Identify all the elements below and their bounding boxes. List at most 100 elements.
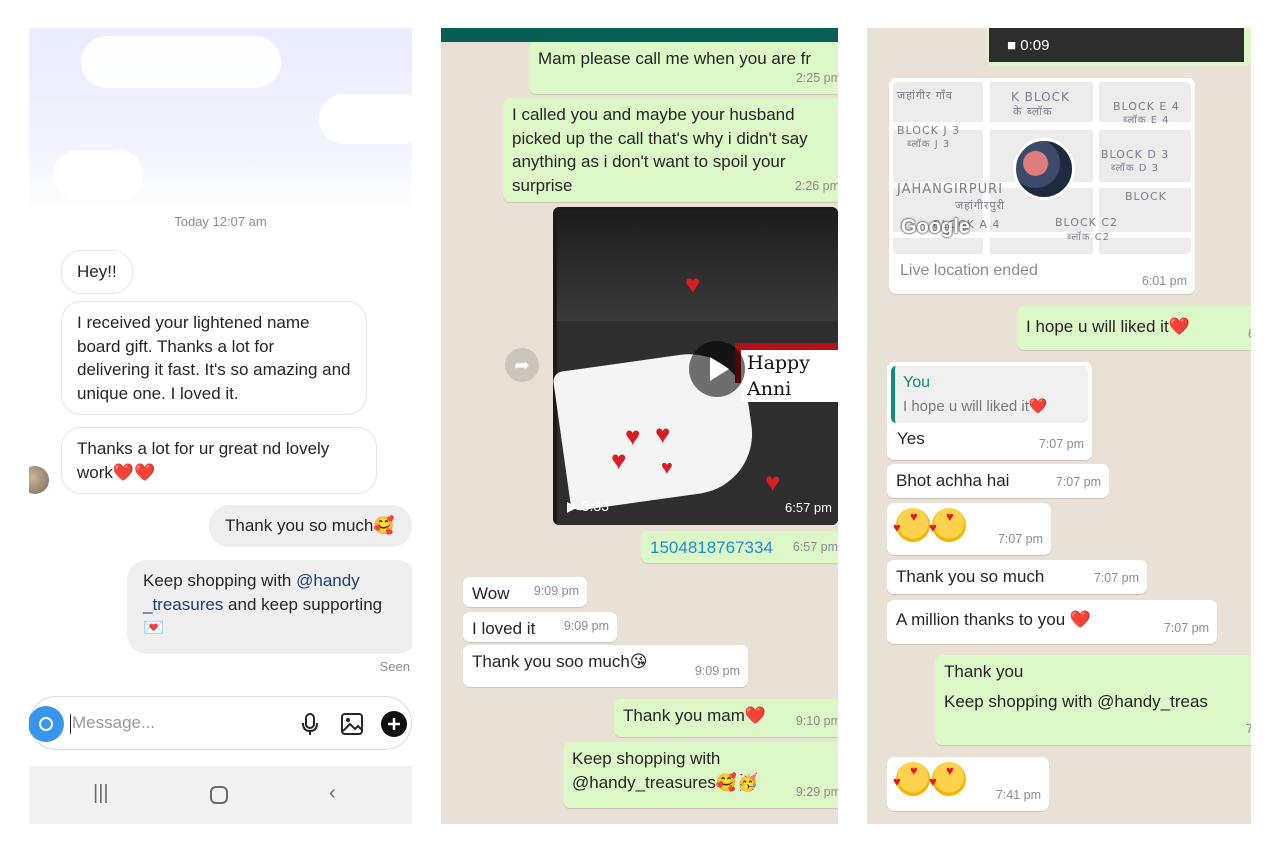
map-label: ब्लॉक J 3	[907, 139, 951, 150]
location-map[interactable]: जहांगीर गाँव K BLOCK के ब्लॉक BLOCK E 4 …	[893, 82, 1191, 254]
message-text: Bhot achha hai	[896, 471, 1010, 490]
message-time: 7	[1246, 721, 1251, 736]
outgoing-message[interactable]: I hope u will liked it❤️ 6	[1017, 306, 1251, 350]
message-time: 7:07 pm	[1093, 570, 1139, 585]
map-label: K BLOCK	[1011, 90, 1070, 104]
add-icon[interactable]	[380, 710, 408, 738]
message-text: Thank you	[944, 662, 1024, 681]
message-time: 7:41 pm	[995, 787, 1041, 802]
heart-decoration: ♥	[611, 445, 627, 475]
map-label: के ब्लॉक	[1013, 105, 1053, 118]
smiling-hearts-emoji	[893, 505, 930, 542]
smiling-hearts-emoji	[893, 759, 930, 796]
video-thumbnail: ■ 0:09	[989, 28, 1244, 62]
thumbnail-banner: Happy Anni	[735, 343, 838, 402]
video-duration: ■ 0:09	[1007, 37, 1050, 54]
home-icon[interactable]	[209, 785, 229, 805]
outgoing-message[interactable]: Keep shopping with @handy_treasures🥰🥳 9:…	[563, 742, 838, 808]
heart-decoration: ♥	[765, 467, 781, 497]
heart-decoration: ♥	[661, 457, 673, 479]
video-message[interactable]: ■ 0:09	[987, 28, 1251, 66]
banner-text: Happy Anni	[741, 350, 838, 402]
outgoing-message[interactable]: 1504818767334 6:57 pm	[641, 531, 838, 563]
duration-text: 0:09	[1020, 37, 1050, 54]
message-text: I hope u will liked it❤️	[1026, 317, 1190, 336]
message-text: Thank you so much🥰	[225, 516, 395, 535]
incoming-message[interactable]: Wow 9:09 pm	[463, 577, 587, 607]
heart-decoration: ♥	[685, 269, 701, 299]
incoming-message[interactable]: Thank you soo much😘 9:09 pm	[463, 645, 748, 687]
outgoing-message[interactable]: Keep shopping with @handy _treasures and…	[127, 560, 412, 654]
message-time: 7:07 pm	[997, 531, 1043, 546]
forward-icon[interactable]: ➦	[505, 348, 539, 382]
heart-decoration: ♥	[625, 421, 641, 451]
incoming-message[interactable]: Bhot achha hai 7:07 pm	[887, 464, 1109, 498]
quoted-author: You	[903, 374, 930, 391]
message-time: 9:09 pm	[563, 618, 609, 633]
recents-icon[interactable]: |||	[93, 782, 109, 805]
blur-shape	[319, 94, 412, 144]
message-text: Mam please call me when you are fr	[538, 49, 812, 68]
map-label: ब्लॉक E 4	[1123, 115, 1170, 126]
message-text: Thank you soo much😘	[472, 652, 648, 671]
gallery-icon[interactable]	[338, 710, 366, 738]
live-location-message[interactable]: जहांगीर गाँव K BLOCK के ब्लॉक BLOCK E 4 …	[889, 78, 1195, 294]
message-link[interactable]: 1504818767334	[650, 538, 773, 557]
header-bar	[441, 28, 838, 42]
message-composer[interactable]: Message...	[29, 696, 412, 750]
message-time: 9:29 pm	[795, 784, 838, 799]
message-text: I loved it	[472, 619, 536, 638]
message-text: Thanks a lot for ur great nd lovely work…	[77, 439, 330, 482]
google-logo: Google	[901, 216, 970, 238]
message-text: Thank you so much	[896, 567, 1045, 586]
message-text: Hey!!	[77, 262, 117, 281]
incoming-message[interactable]: Thanks a lot for ur great nd lovely work…	[61, 427, 377, 494]
seen-status: Seen	[379, 659, 410, 674]
outgoing-message[interactable]: Thank you Keep shopping with @handy_trea…	[935, 655, 1251, 745]
message-time: 9:09 pm	[533, 583, 579, 598]
message-time: 7:07 pm	[1055, 474, 1101, 489]
incoming-message[interactable]: I received your lightened name board gif…	[61, 301, 367, 415]
outgoing-message[interactable]: Mam please call me when you are fr 2:25 …	[529, 42, 838, 94]
microphone-icon[interactable]	[296, 710, 324, 738]
heart-decoration: ♥	[655, 419, 671, 449]
map-label: JAHANGIRPURI	[897, 182, 1004, 197]
user-location-avatar[interactable]	[1013, 138, 1075, 200]
text-caret	[70, 714, 71, 734]
message-time: 6:57 pm	[792, 539, 838, 554]
map-label: BLOCK	[1125, 190, 1167, 203]
message-text: I received your lightened name board gif…	[77, 313, 351, 403]
message-time: 7:07 pm	[1163, 620, 1209, 635]
back-icon[interactable]: ‹	[329, 782, 336, 805]
quoted-message[interactable]: You I hope u will liked it❤️	[891, 366, 1088, 423]
map-label: ब्लॉक C2	[1067, 232, 1111, 243]
message-time: 6:01 pm	[1141, 274, 1187, 288]
incoming-message[interactable]: Thank you so much 7:07 pm	[887, 560, 1147, 594]
play-icon[interactable]	[689, 341, 745, 397]
outgoing-message[interactable]: Thank you mam❤️ 9:10 pm	[614, 699, 838, 737]
duration-text: 5:33	[581, 498, 609, 514]
message-time: 9:10 pm	[795, 713, 838, 728]
map-label: ब्लॉक D 3	[1111, 163, 1159, 174]
incoming-message[interactable]: I loved it 9:09 pm	[463, 612, 617, 642]
outgoing-message[interactable]: I called you and maybe your husband pick…	[503, 98, 838, 202]
message-text: Keep shopping with @handy_treas	[944, 691, 1208, 711]
reply-message[interactable]: You I hope u will liked it❤️ Yes 7:07 pm	[887, 362, 1092, 460]
outgoing-message[interactable]: Thank you so much🥰	[209, 505, 412, 547]
incoming-message[interactable]: A million thanks to you ❤️ 7:07 pm	[887, 600, 1217, 644]
chat-timestamp: Today 12:07 am	[174, 214, 267, 229]
blur-shape	[81, 36, 281, 88]
incoming-message[interactable]: 7:07 pm	[887, 503, 1051, 555]
incoming-message[interactable]: 7:41 pm	[887, 757, 1049, 811]
video-message[interactable]: ♥ ♥ ♥ ♥ ♥ ♥ Happy Anni ▶︎ 5:33 6:57 pm	[553, 207, 838, 525]
live-location-status: Live location ended	[900, 262, 1038, 279]
camera-icon[interactable]	[29, 706, 64, 742]
blur-shape	[53, 150, 143, 200]
message-input[interactable]: Message...	[72, 713, 155, 733]
video-duration: ▶︎ 5:33	[567, 498, 609, 514]
incoming-message[interactable]: Hey!!	[61, 250, 133, 294]
message-text: Keep shopping with @handy_treasures🥰🥳	[572, 749, 759, 792]
sender-avatar[interactable]	[29, 466, 49, 494]
instagram-chat-panel: Today 12:07 am Hey!! I received your lig…	[29, 28, 412, 824]
message-time: 2:25 pm	[795, 70, 838, 85]
